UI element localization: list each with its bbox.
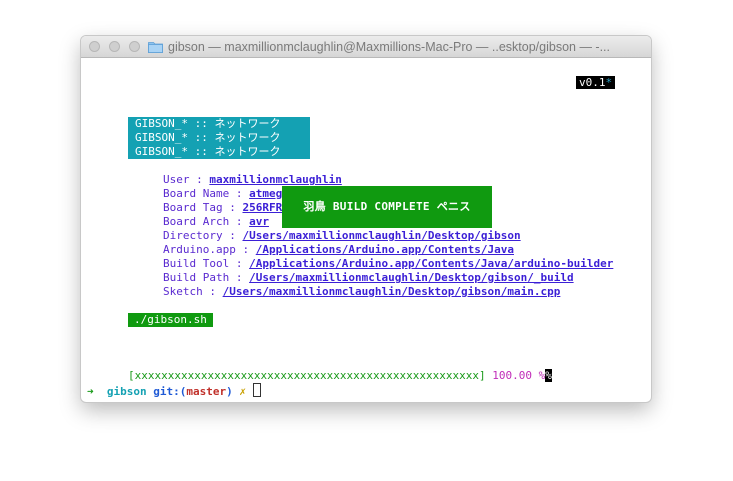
text-cursor[interactable]: [252, 383, 261, 397]
prompt-git-label: git:(: [153, 385, 187, 398]
banner-line: GIBSON_* :: ネットワーク: [128, 145, 310, 159]
folder-icon: [148, 42, 163, 53]
info-arduino-app: Arduino.app : /Applications/Arduino.app/…: [163, 243, 514, 256]
shell-prompt[interactable]: ➜ gibson git:(master) ✗: [87, 383, 261, 399]
progress-line: [xxxxxxxxxxxxxxxxxxxxxxxxxxxxxxxxxxxxxxx…: [128, 369, 552, 383]
minimize-window-button[interactable]: [109, 41, 120, 52]
prompt-branch: master: [186, 385, 227, 398]
title-bar[interactable]: gibson — maxmillionmclaughlin@Maxmillion…: [81, 36, 651, 58]
banner-line: GIBSON_* :: ネットワーク: [128, 117, 310, 131]
progress-percent: 100.00 %: [492, 369, 546, 382]
dirty-marker-icon: ✗: [239, 385, 246, 398]
progress-bar: [xxxxxxxxxxxxxxxxxxxxxxxxxxxxxxxxxxxxxxx…: [128, 369, 486, 382]
info-board-tag: Board Tag : 256RFR2: [163, 201, 289, 214]
prompt-git-close: ): [226, 385, 233, 398]
info-value[interactable]: /Users/maxmillionmclaughlin/Desktop/gibs…: [242, 229, 520, 242]
info-build-tool: Build Tool : /Applications/Arduino.app/C…: [163, 257, 614, 270]
info-value[interactable]: avr: [249, 215, 269, 228]
info-user: User : maxmillionmclaughlin: [163, 173, 342, 186]
info-value[interactable]: /Applications/Arduino.app/Contents/Java: [256, 243, 514, 256]
version-badge: v0.1*: [576, 76, 616, 89]
terminal-content[interactable]: v0.1* GIBSON_* :: ネットワーク GIBSON_* :: ネット…: [81, 58, 651, 402]
info-board-name: Board Name : atmega: [163, 187, 289, 200]
info-build-path: Build Path : /Users/maxmillionmclaughlin…: [163, 271, 574, 284]
banner-line: GIBSON_* :: ネットワーク: [128, 131, 310, 145]
cursor-block: %: [545, 369, 552, 382]
info-board-arch: Board Arch : avr: [163, 215, 269, 228]
prompt-arrow-icon: ➜: [87, 385, 94, 398]
prompt-directory: gibson: [106, 385, 147, 398]
info-value[interactable]: /Users/maxmillionmclaughlin/Desktop/gibs…: [223, 285, 561, 298]
command-line: ./gibson.sh: [128, 313, 213, 327]
info-value[interactable]: /Applications/Arduino.app/Contents/Java/…: [249, 257, 613, 270]
build-complete-banner: 羽鳥 BUILD COMPLETE ペニス: [282, 186, 492, 228]
info-directory: Directory : /Users/maxmillionmclaughlin/…: [163, 229, 521, 242]
close-window-button[interactable]: [89, 41, 100, 52]
info-sketch: Sketch : /Users/maxmillionmclaughlin/Des…: [163, 285, 561, 298]
window-title: gibson — maxmillionmclaughlin@Maxmillion…: [168, 40, 610, 54]
terminal-window: gibson — maxmillionmclaughlin@Maxmillion…: [81, 36, 651, 402]
info-value[interactable]: /Users/maxmillionmclaughlin/Desktop/gibs…: [249, 271, 574, 284]
maximize-window-button[interactable]: [129, 41, 140, 52]
info-value[interactable]: maxmillionmclaughlin: [209, 173, 341, 186]
